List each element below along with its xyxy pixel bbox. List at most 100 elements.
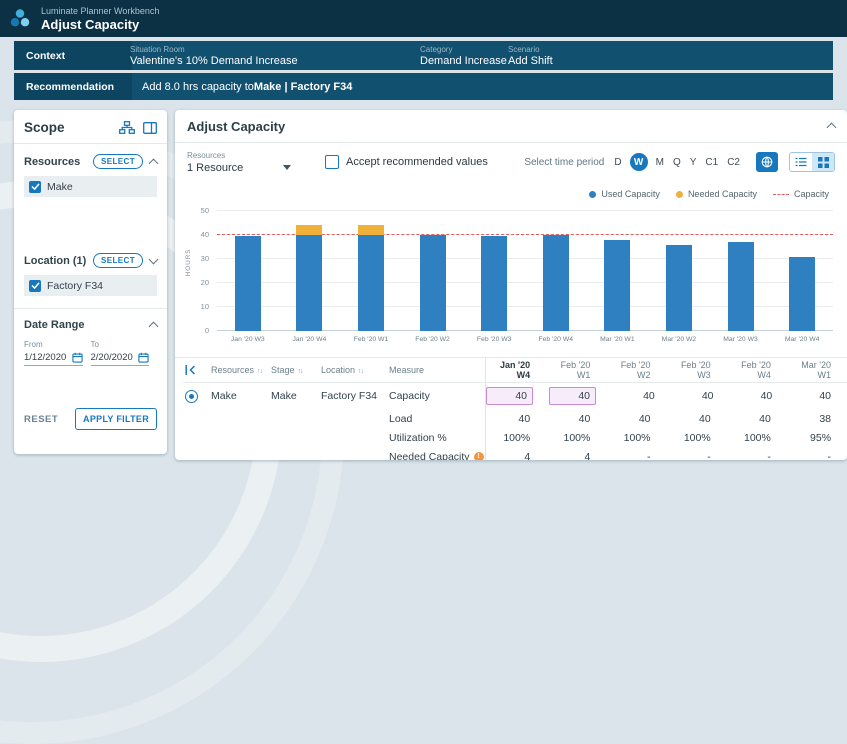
time-period-q[interactable]: Q — [672, 157, 682, 168]
globe-view-button[interactable] — [756, 152, 778, 172]
scope-panel: Scope Resources SELECT Make Location (1) — [14, 110, 167, 454]
date-from-input[interactable]: 1/12/2020 — [24, 349, 83, 366]
meta-cell: Make — [211, 390, 237, 402]
bar-Feb '20 W3[interactable] — [481, 236, 508, 331]
editable-capacity-cell[interactable]: 40 — [549, 387, 596, 405]
editable-capacity-cell[interactable]: 40 — [486, 387, 533, 405]
location-item-factory-f34[interactable]: Factory F34 — [24, 275, 157, 296]
time-period-label: Select time period — [524, 156, 605, 168]
used-capacity-segment — [234, 236, 261, 331]
time-period-w[interactable]: W — [629, 153, 648, 171]
period-cells: 100% 100% 100% 100% 100% 95% — [485, 428, 847, 447]
x-tick-label: Mar '20 W3 — [723, 336, 758, 343]
grid-view-button[interactable] — [812, 153, 834, 171]
period-header[interactable]: Feb '20 W1 — [546, 360, 606, 380]
bar-Mar '20 W4[interactable] — [789, 256, 816, 331]
value-cell: - — [827, 450, 832, 461]
period-header[interactable]: Feb '20 W3 — [667, 360, 727, 380]
time-period-m[interactable]: M — [655, 157, 665, 168]
resources-collapse-chevron-icon[interactable] — [148, 158, 159, 168]
bar-Feb '20 W2[interactable] — [419, 235, 446, 331]
time-period-c2[interactable]: C2 — [726, 157, 741, 168]
apply-filter-button[interactable]: APPLY FILTER — [75, 408, 157, 430]
column-header-label: Measure — [389, 365, 425, 375]
period-header[interactable]: Mar '20 W1 — [787, 360, 847, 380]
location-collapse-chevron-icon[interactable] — [148, 254, 159, 264]
x-tick-label: Mar '20 W2 — [661, 336, 697, 343]
date-range-collapse-chevron-icon[interactable] — [148, 321, 159, 332]
period-cells: 40 40 40 40 40 40 — [485, 383, 847, 409]
time-period-y[interactable]: Y — [689, 157, 698, 168]
table-row: Needed Capacity! 4 4 - - - - — [183, 447, 847, 460]
column-header-location[interactable]: Location ↑↓ — [321, 365, 389, 375]
time-period-c1[interactable]: C1 — [704, 157, 719, 168]
used-capacity-segment — [542, 235, 569, 331]
legend-label: Used Capacity — [601, 189, 660, 199]
legend-item-0[interactable]: Used Capacity — [589, 189, 660, 199]
bar-Mar '20 W3[interactable] — [727, 242, 754, 331]
recommendation-prefix: Add 8.0 hrs capacity to — [142, 80, 254, 93]
capacity-chart: HOURS 0 10 20 30 40 50 Jan '20 W3 Jan '20 W4 Fe… — [183, 203, 835, 351]
date-from-label: From — [24, 340, 43, 349]
bar-Feb '20 W1[interactable] — [358, 225, 384, 331]
column-header-stage[interactable]: Stage ↑↓ — [271, 365, 321, 375]
category-value: Demand Increase — [420, 54, 507, 67]
calendar-icon[interactable] — [138, 352, 149, 363]
y-tick-label: 10 — [200, 302, 209, 311]
bar-Jan '20 W4[interactable] — [296, 225, 323, 331]
side-panel-icon[interactable] — [143, 121, 157, 134]
measure-cell: Needed Capacity! — [389, 451, 485, 460]
scenario-field: Scenario Add Shift — [508, 41, 553, 70]
x-tick-label: Feb '20 W1 — [353, 336, 389, 343]
panel-collapse-chevron-icon[interactable] — [826, 122, 837, 133]
sort-icon[interactable]: ↑↓ — [298, 368, 304, 375]
y-tick-label: 50 — [200, 206, 209, 215]
dropdown-caret-icon — [283, 165, 291, 170]
used-capacity-segment — [419, 235, 446, 331]
reset-button[interactable]: RESET — [24, 414, 58, 425]
value-cell: 40 — [638, 412, 651, 425]
collapse-left-icon[interactable] — [185, 364, 198, 376]
bar-Mar '20 W2[interactable] — [666, 244, 692, 331]
checkbox-checked-icon[interactable] — [29, 180, 41, 193]
used-capacity-segment — [666, 244, 692, 331]
column-header-label: Resources — [211, 365, 255, 375]
bar-Feb '20 W4[interactable] — [542, 235, 569, 331]
y-tick-label: 20 — [200, 278, 209, 287]
location-select-button[interactable]: SELECT — [93, 253, 143, 268]
bar-Mar '20 W1[interactable] — [604, 239, 631, 331]
sitemap-icon[interactable] — [119, 121, 135, 134]
column-header-resources[interactable]: Resources ↑↓ — [211, 365, 271, 375]
row-select-radio[interactable] — [185, 389, 198, 403]
meta-cell: Make — [271, 390, 297, 402]
time-period-d[interactable]: D — [613, 157, 622, 168]
list-view-button[interactable] — [790, 153, 812, 171]
checkbox-checked-icon[interactable] — [29, 279, 41, 292]
measure-cell: Load — [389, 413, 485, 425]
used-capacity-segment — [481, 236, 508, 331]
bar-Jan '20 W3[interactable] — [234, 236, 261, 331]
recommendation-text: Add 8.0 hrs capacity to Make | Factory F… — [142, 73, 352, 100]
sort-icon[interactable]: ↑↓ — [257, 368, 263, 375]
accept-recommended-checkbox[interactable] — [325, 155, 339, 169]
date-to-input[interactable]: 2/20/2020 — [90, 349, 149, 366]
resources-select-button[interactable]: SELECT — [93, 154, 143, 169]
legend-item-2[interactable]: Capacity — [772, 189, 829, 199]
legend-item-1[interactable]: Needed Capacity — [675, 189, 757, 199]
measure-cell: Capacity — [389, 390, 485, 402]
calendar-icon[interactable] — [71, 352, 83, 363]
x-tick-label: Jan '20 W4 — [292, 336, 327, 343]
measure-label: Utilization % — [389, 431, 447, 444]
resources-dropdown[interactable]: Resources 1 Resource — [187, 151, 291, 174]
gridline — [217, 210, 833, 211]
page-title: Adjust Capacity — [41, 16, 140, 32]
period-header[interactable]: Jan '20 W4 — [486, 360, 546, 380]
sort-icon[interactable]: ↑↓ — [358, 368, 364, 375]
value-cell: 38 — [819, 412, 832, 425]
value-cell: 40 — [549, 387, 612, 405]
radio-cell — [183, 389, 211, 403]
scope-title: Scope — [24, 120, 65, 135]
period-header[interactable]: Feb '20 W4 — [727, 360, 787, 380]
period-header[interactable]: Feb '20 W2 — [606, 360, 666, 380]
resource-item-make[interactable]: Make — [24, 176, 157, 197]
